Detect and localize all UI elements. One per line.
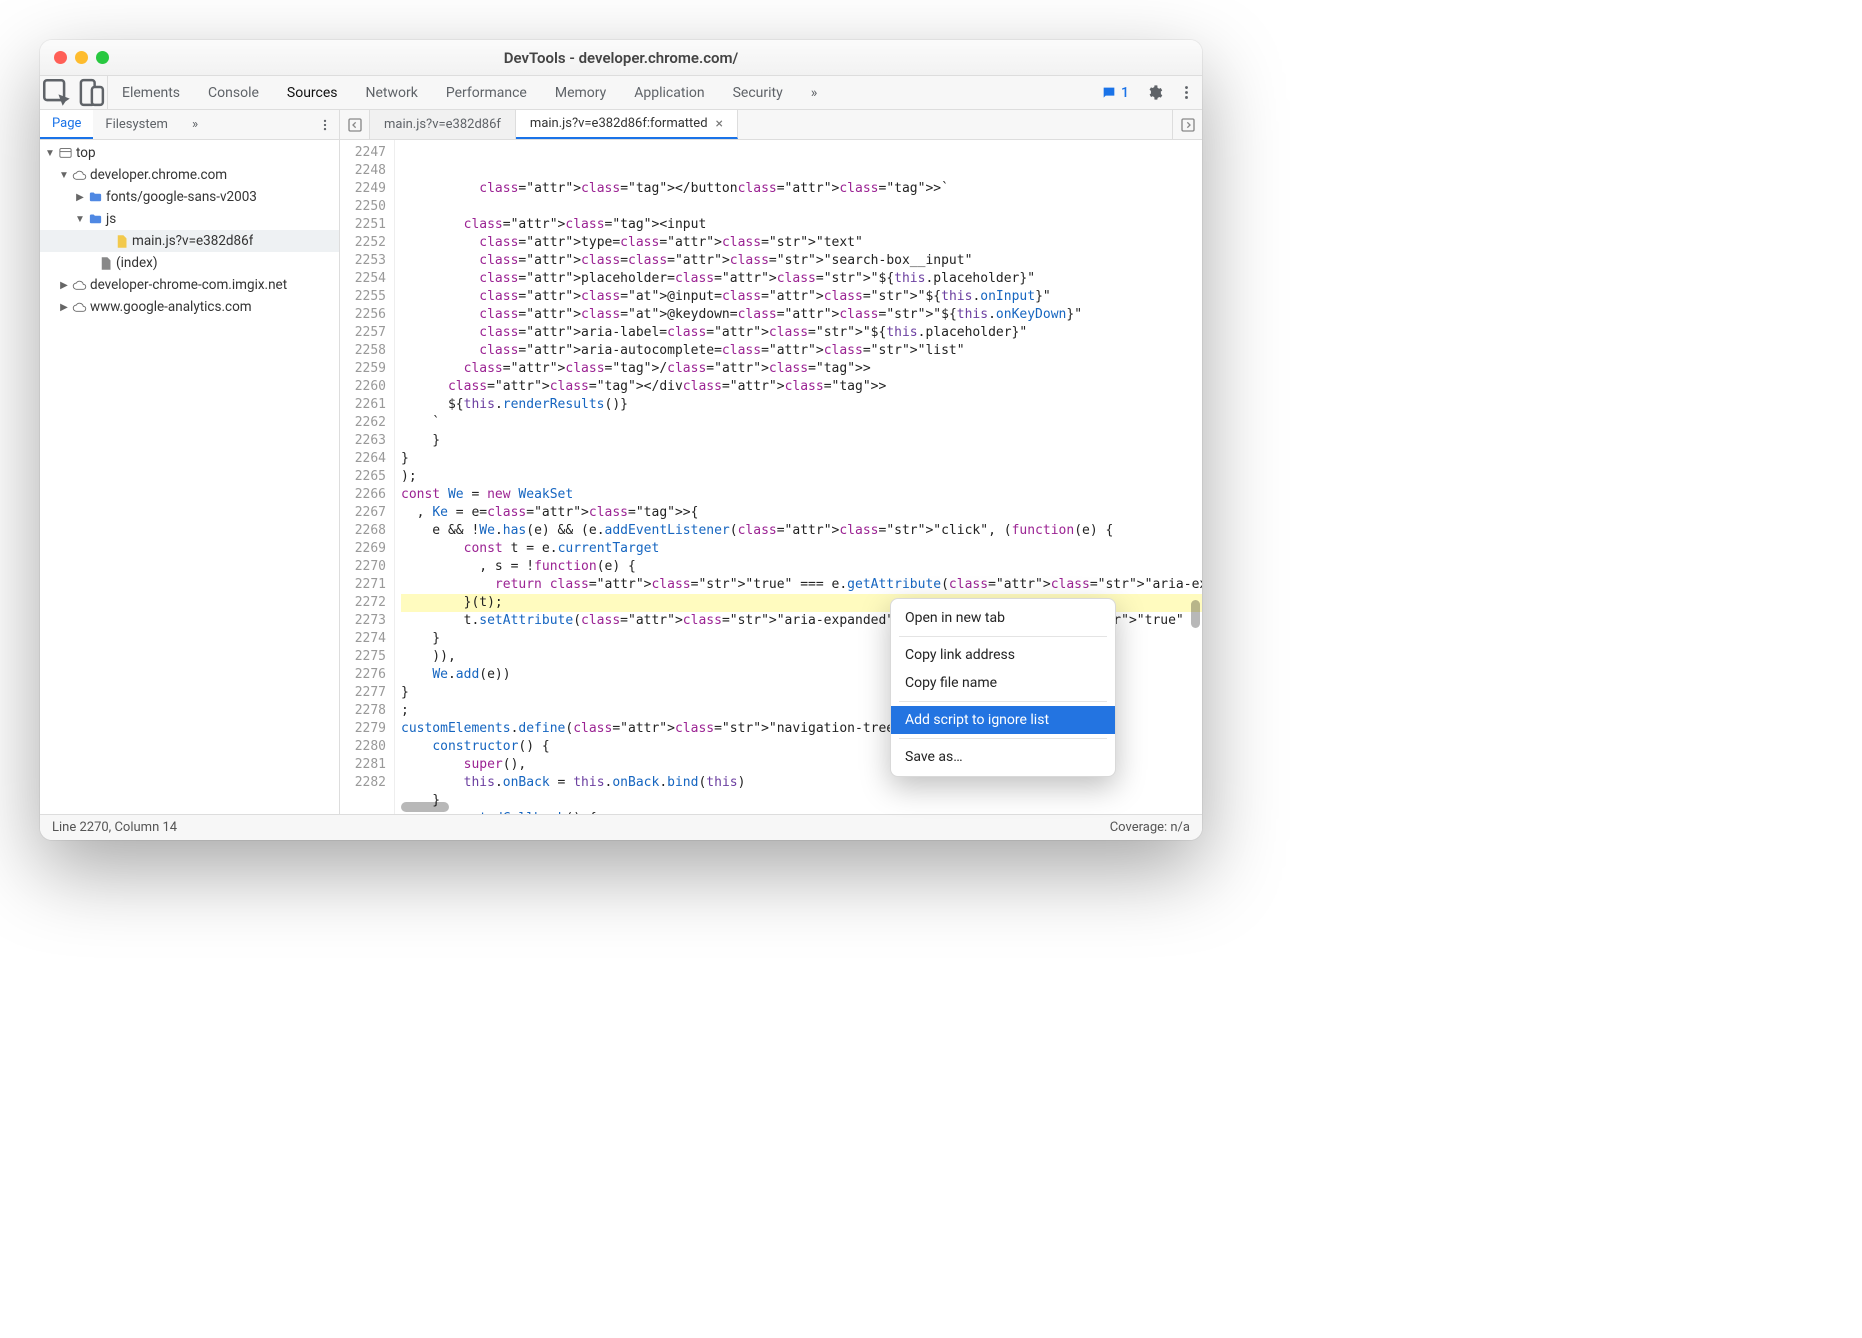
code-line: ` bbox=[401, 414, 1202, 432]
tab-network[interactable]: Network bbox=[352, 76, 432, 109]
code-line: , Ke = e=class="attr">class="tag">>{ bbox=[401, 504, 1202, 522]
tab-sources[interactable]: Sources bbox=[273, 76, 352, 109]
tab-console[interactable]: Console bbox=[194, 76, 273, 109]
code-line: class="attr">class="tag"></buttonclass="… bbox=[401, 180, 1202, 198]
editor-tabs: main.js?v=e382d86f main.js?v=e382d86f:fo… bbox=[340, 110, 1202, 140]
window-title: DevTools - developer.chrome.com/ bbox=[40, 49, 1202, 67]
sidebar-tabs: Page Filesystem » bbox=[40, 110, 339, 140]
code-line: class="attr">class="tag"></divclass="att… bbox=[401, 378, 1202, 396]
status-coverage: Coverage: n/a bbox=[1110, 820, 1190, 835]
vertical-scrollbar[interactable] bbox=[1191, 600, 1200, 628]
issues-badge[interactable]: 1 bbox=[1093, 85, 1137, 101]
sidebar-more-icon[interactable] bbox=[311, 110, 339, 139]
code-line: , s = !function(e) { bbox=[401, 558, 1202, 576]
editor-tab-main[interactable]: main.js?v=e382d86f bbox=[370, 110, 516, 139]
sidebar-tab-filesystem[interactable]: Filesystem bbox=[93, 110, 180, 139]
context-item-open-in-new-tab[interactable]: Open in new tab bbox=[891, 604, 1115, 632]
tree-top[interactable]: ▼ top bbox=[40, 142, 339, 164]
tab-elements[interactable]: Elements bbox=[108, 76, 194, 109]
code-line: const We = new WeakSet bbox=[401, 486, 1202, 504]
code-line: class="attr">class="at">@keydown=class="… bbox=[401, 306, 1202, 324]
editor-nav-back-icon[interactable] bbox=[340, 110, 370, 139]
code-line bbox=[401, 198, 1202, 216]
context-item-copy-link-address[interactable]: Copy link address bbox=[891, 641, 1115, 669]
tab-performance[interactable]: Performance bbox=[432, 76, 541, 109]
issues-count: 1 bbox=[1121, 85, 1129, 101]
editor-nav-forward-icon[interactable] bbox=[1172, 110, 1202, 139]
code-line: class="attr">type=class="attr">class="st… bbox=[401, 234, 1202, 252]
code-line: class="attr">class=class="attr">class="s… bbox=[401, 252, 1202, 270]
tab-memory[interactable]: Memory bbox=[541, 76, 620, 109]
main-tabs-bar: ElementsConsoleSourcesNetworkPerformance… bbox=[40, 76, 1202, 110]
code-line: class="attr">placeholder=class="attr">cl… bbox=[401, 270, 1202, 288]
context-item-save-as[interactable]: Save as… bbox=[891, 743, 1115, 771]
code-line: class="attr">class="tag"><input bbox=[401, 216, 1202, 234]
line-gutter: 2247 2248 2249 2250 2251 2252 2253 2254 … bbox=[340, 140, 395, 814]
close-tab-icon[interactable]: × bbox=[716, 116, 723, 132]
context-item-copy-file-name[interactable]: Copy file name bbox=[891, 669, 1115, 697]
horizontal-scrollbar[interactable] bbox=[395, 800, 1202, 814]
device-toggle-icon[interactable] bbox=[74, 76, 108, 109]
tree-folder-js[interactable]: ▼ js bbox=[40, 208, 339, 230]
status-position: Line 2270, Column 14 bbox=[52, 820, 177, 835]
sidebar: Page Filesystem » ▼ top ▼ developer.chro… bbox=[40, 110, 340, 814]
code-line: ${this.renderResults()} bbox=[401, 396, 1202, 414]
status-bar: Line 2270, Column 14 Coverage: n/a bbox=[40, 814, 1202, 840]
tabs-overflow-icon[interactable]: » bbox=[797, 76, 832, 109]
editor-tab-main-formatted[interactable]: main.js?v=e382d86f:formatted × bbox=[516, 110, 738, 139]
code-line: const t = e.currentTarget bbox=[401, 540, 1202, 558]
context-item-add-script-to-ignore-list[interactable]: Add script to ignore list bbox=[891, 706, 1115, 734]
tree-file-main-js[interactable]: main.js?v=e382d86f bbox=[40, 230, 339, 252]
code-line: } bbox=[401, 432, 1202, 450]
titlebar: DevTools - developer.chrome.com/ bbox=[40, 40, 1202, 76]
code-line: } bbox=[401, 450, 1202, 468]
code-line: class="attr">class="at">@input=class="at… bbox=[401, 288, 1202, 306]
settings-icon[interactable] bbox=[1138, 84, 1170, 101]
code-line: class="attr">aria-label=class="attr">cla… bbox=[401, 324, 1202, 342]
tree-origin-developer-chrome[interactable]: ▼ developer.chrome.com bbox=[40, 164, 339, 186]
tab-application[interactable]: Application bbox=[620, 76, 718, 109]
code-line: ); bbox=[401, 468, 1202, 486]
tab-security[interactable]: Security bbox=[719, 76, 797, 109]
context-menu: Open in new tab Copy link addressCopy fil… bbox=[890, 598, 1116, 777]
file-tree[interactable]: ▼ top ▼ developer.chrome.com ▶ fonts/goo… bbox=[40, 140, 339, 814]
code-line: return class="attr">class="str">"true" =… bbox=[401, 576, 1202, 594]
code-line: e && !We.has(e) && (e.addEventListener(c… bbox=[401, 522, 1202, 540]
code-line: class="attr">aria-autocomplete=class="at… bbox=[401, 342, 1202, 360]
devtools-window: DevTools - developer.chrome.com/ Element… bbox=[40, 40, 1202, 840]
tree-origin-ga[interactable]: ▶ www.google-analytics.com bbox=[40, 296, 339, 318]
inspect-element-icon[interactable] bbox=[40, 76, 74, 109]
tree-file-index[interactable]: (index) bbox=[40, 252, 339, 274]
sidebar-tabs-overflow[interactable]: » bbox=[180, 110, 210, 139]
tree-folder-fonts[interactable]: ▶ fonts/google-sans-v2003 bbox=[40, 186, 339, 208]
more-icon[interactable] bbox=[1170, 84, 1202, 101]
tree-origin-imgix[interactable]: ▶ developer-chrome-com.imgix.net bbox=[40, 274, 339, 296]
code-line: class="attr">class="tag">/class="attr">c… bbox=[401, 360, 1202, 378]
sidebar-tab-page[interactable]: Page bbox=[40, 110, 93, 139]
